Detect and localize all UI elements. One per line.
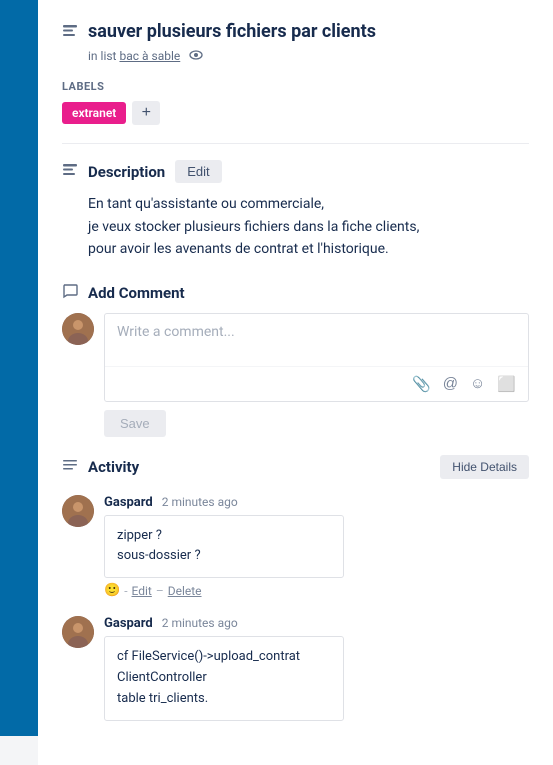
description-line3: pour avoir les avenants de contrat et l'… bbox=[88, 238, 529, 260]
add-comment-title: Add Comment bbox=[88, 284, 185, 302]
divider-1 bbox=[62, 143, 529, 144]
comment-save-button[interactable]: Save bbox=[104, 410, 166, 437]
delete-link-1[interactable]: Delete bbox=[168, 584, 202, 598]
user-avatar bbox=[62, 313, 94, 345]
label-extranet[interactable]: extranet bbox=[62, 102, 126, 124]
activity-author-1: Gaspard bbox=[104, 495, 153, 510]
activity-meta-1: Gaspard 2 minutes ago bbox=[104, 495, 529, 510]
comment-textarea[interactable] bbox=[105, 314, 528, 366]
card-title-row: sauver plusieurs fichiers par clients bbox=[62, 20, 529, 43]
labels-section: LABELS extranet + bbox=[62, 80, 529, 125]
labels-title: LABELS bbox=[62, 80, 529, 93]
comment-toolbar: 📎 @ ☺ ⬜ bbox=[105, 366, 528, 401]
description-line1: En tant qu'assistante ou commerciale, bbox=[88, 193, 529, 215]
attach-icon[interactable]: 📎 bbox=[410, 373, 433, 395]
in-list-prefix: in list bbox=[88, 49, 116, 63]
activity-time-1: 2 minutes ago bbox=[162, 495, 238, 509]
activity-comment-box-2: cf FileService()->upload_contrat ClientC… bbox=[104, 636, 344, 720]
add-label-button[interactable]: + bbox=[132, 101, 160, 125]
activity-header: Activity Hide Details bbox=[62, 455, 529, 479]
comment-icon bbox=[62, 283, 78, 303]
activity-actions-1: 🙂 - Edit – Delete bbox=[104, 583, 529, 598]
activity-icon bbox=[62, 457, 78, 477]
card-icon[interactable]: ⬜ bbox=[495, 373, 518, 395]
activity-time-2: 2 minutes ago bbox=[162, 616, 238, 630]
list-name-link[interactable]: bac à sable bbox=[119, 49, 180, 63]
activity-section: Activity Hide Details Gaspard 2 minutes … bbox=[62, 455, 529, 721]
emoji-icon[interactable]: ☺ bbox=[468, 373, 487, 395]
card-type-icon bbox=[62, 23, 78, 43]
hide-details-button[interactable]: Hide Details bbox=[440, 455, 529, 479]
comment-text-1-2: sous-dossier ? bbox=[117, 546, 331, 567]
comment-text-2-2: ClientController bbox=[117, 668, 331, 689]
comment-text-2-1: cf FileService()->upload_contrat bbox=[117, 647, 331, 668]
edit-link-1[interactable]: Edit bbox=[132, 584, 152, 598]
description-line2: je veux stocker plusieurs fichiers dans … bbox=[88, 216, 529, 238]
card-subtitle: in list bac à sable bbox=[88, 49, 529, 64]
activity-title: Activity bbox=[88, 458, 139, 476]
separator-1: - bbox=[124, 584, 127, 598]
activity-author-2: Gaspard bbox=[104, 616, 153, 631]
activity-content-1: Gaspard 2 minutes ago zipper ? sous-doss… bbox=[104, 495, 529, 599]
activity-content-2: Gaspard 2 minutes ago cf FileService()->… bbox=[104, 616, 529, 720]
add-comment-header: Add Comment bbox=[62, 283, 529, 303]
comment-text-2-3: table tri_clients. bbox=[117, 689, 331, 710]
activity-left: Activity bbox=[62, 457, 139, 477]
description-header: Description Edit bbox=[62, 160, 529, 183]
comment-input-row: 📎 @ ☺ ⬜ bbox=[62, 313, 529, 402]
description-title: Description bbox=[88, 163, 165, 181]
description-icon bbox=[62, 162, 78, 182]
card-container: sauver plusieurs fichiers par clients in… bbox=[38, 0, 553, 765]
sidebar-strip bbox=[0, 0, 38, 736]
activity-meta-2: Gaspard 2 minutes ago bbox=[104, 616, 529, 631]
activity-avatar-1 bbox=[62, 495, 94, 527]
activity-item: Gaspard 2 minutes ago zipper ? sous-doss… bbox=[62, 495, 529, 599]
separator-2: – bbox=[156, 584, 164, 598]
watch-icon[interactable] bbox=[189, 49, 203, 64]
comment-text-1-1: zipper ? bbox=[117, 526, 331, 547]
activity-item-2: Gaspard 2 minutes ago cf FileService()->… bbox=[62, 616, 529, 720]
description-text: En tant qu'assistante ou commerciale, je… bbox=[88, 193, 529, 260]
mention-icon[interactable]: @ bbox=[441, 373, 460, 395]
activity-comment-box-1: zipper ? sous-dossier ? bbox=[104, 515, 344, 579]
labels-row: extranet + bbox=[62, 101, 529, 125]
add-comment-section: Add Comment 📎 @ ☺ ⬜ Save bbox=[62, 283, 529, 437]
card-title: sauver plusieurs fichiers par clients bbox=[88, 20, 376, 43]
description-edit-button[interactable]: Edit bbox=[175, 160, 221, 183]
reaction-icon-1[interactable]: 🙂 bbox=[104, 583, 120, 598]
activity-avatar-2 bbox=[62, 616, 94, 648]
comment-box: 📎 @ ☺ ⬜ bbox=[104, 313, 529, 402]
